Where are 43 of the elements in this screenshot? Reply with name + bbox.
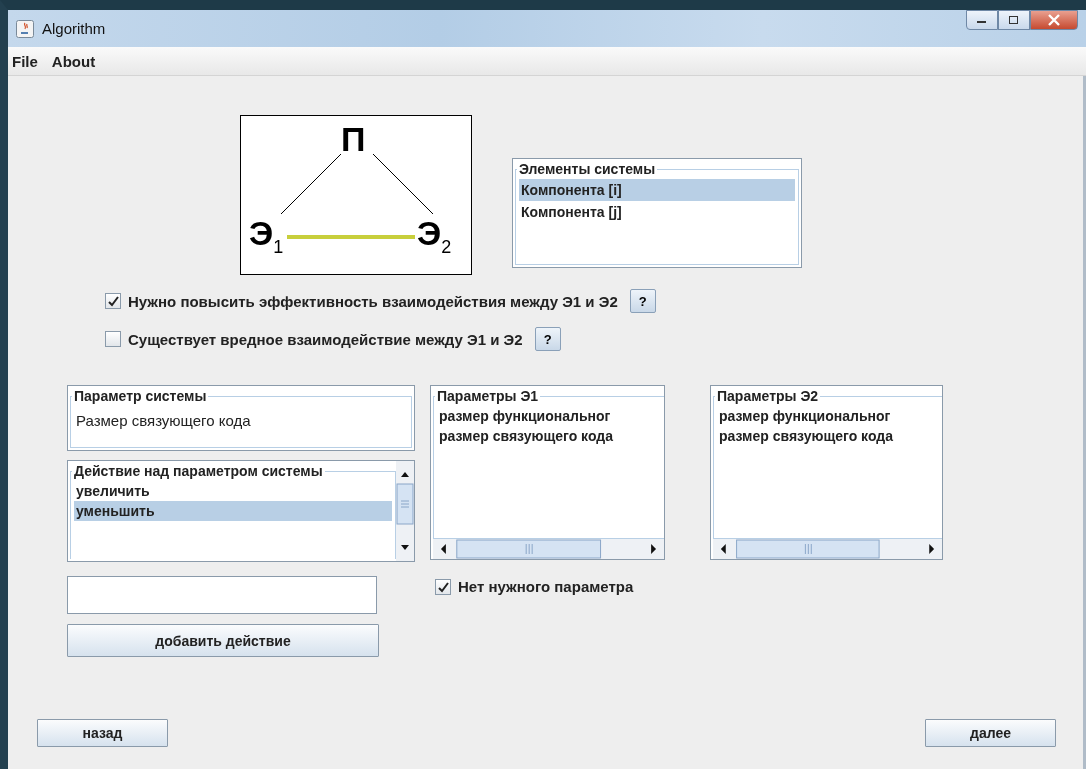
checkbox[interactable]: [435, 578, 451, 595]
help-button[interactable]: ?: [534, 327, 561, 351]
parameter-value: Размер связующего кода: [75, 411, 252, 431]
maximize-button[interactable]: [998, 10, 1030, 30]
list-item[interactable]: размер функциональног: [437, 406, 661, 426]
minimize-button[interactable]: [966, 10, 998, 30]
vertical-scrollbar[interactable]: [396, 461, 414, 559]
connector-line: [372, 153, 434, 215]
window-title: Algorithm: [42, 20, 106, 37]
checkbox-label: Существует вредное взаимодействие между Э1 и Э2: [128, 330, 523, 348]
help-button[interactable]: ?: [629, 289, 656, 313]
panel-title: Параметры Э2: [716, 388, 820, 404]
checkbox[interactable]: [105, 293, 121, 309]
list-item[interactable]: размер функциональног: [717, 406, 939, 426]
close-button[interactable]: [1030, 10, 1078, 30]
maximize-icon: [1008, 15, 1020, 25]
list-item[interactable]: увеличить: [74, 481, 392, 501]
list-item[interactable]: Компонента [i]: [519, 179, 795, 201]
add-action-button[interactable]: добавить действие: [67, 624, 379, 657]
horizontal-scrollbar[interactable]: [433, 539, 664, 559]
input-field[interactable]: [67, 576, 377, 614]
next-button[interactable]: далее: [925, 719, 1056, 747]
menu-item[interactable]: File: [12, 52, 38, 70]
list-item[interactable]: размер связующего кода: [717, 426, 939, 446]
checkbox-label: Нет нужного параметра: [458, 578, 634, 595]
checkbox-label: Нужно повысить эффективность взаимодействия между Э1 и Э2: [128, 292, 618, 310]
diagram-label: Э$_{1}$: [249, 216, 284, 256]
connector-line: [280, 153, 342, 215]
list-title: Элементы системы: [518, 161, 657, 177]
panel-title: Параметры Э1: [436, 388, 540, 404]
diagram-label: П: [341, 122, 366, 156]
list-title: Действие над параметром системы: [73, 463, 324, 479]
list-item[interactable]: размер связующего кода: [437, 426, 661, 446]
panel-title: Параметр системы: [73, 388, 208, 404]
diagram-label: Э$_{2}$: [417, 216, 452, 256]
list-item[interactable]: Компонента [j]: [519, 201, 795, 223]
menu-item[interactable]: About: [51, 52, 96, 70]
checkbox[interactable]: [105, 331, 121, 347]
close-icon: [1047, 14, 1061, 26]
horizontal-scrollbar[interactable]: [713, 539, 942, 559]
back-button[interactable]: назад: [37, 719, 168, 747]
coffee-cup-icon: [16, 19, 34, 38]
list-item[interactable]: уменьшить: [74, 501, 392, 521]
